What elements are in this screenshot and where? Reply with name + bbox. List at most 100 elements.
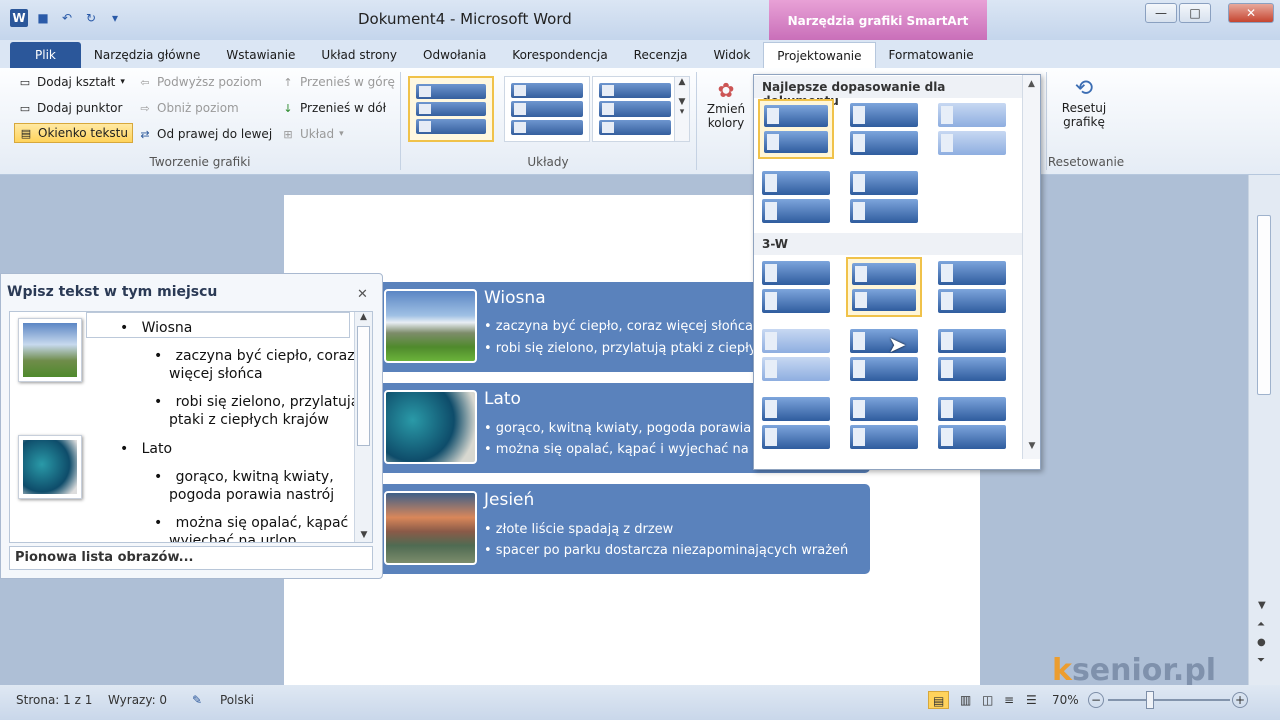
close-button[interactable]: ✕ <box>1228 3 1274 23</box>
customize-icon[interactable]: ▾ <box>106 9 124 27</box>
tab-insert[interactable]: Wstawianie <box>213 42 308 68</box>
style-option[interactable] <box>758 325 834 385</box>
style-option[interactable] <box>934 393 1010 453</box>
style-option[interactable] <box>846 325 922 385</box>
layouts-scroll[interactable]: ▲ ▼ ▾ <box>674 76 690 142</box>
add-bullet-button[interactable]: ▭ Dodaj punktor <box>14 98 133 118</box>
language[interactable]: Polski <box>212 691 262 709</box>
zoom-in-icon[interactable]: + <box>1232 692 1248 708</box>
zoom-slider-thumb[interactable] <box>1146 691 1154 709</box>
demote-button[interactable]: ⇨ Obniż poziom <box>134 98 276 118</box>
style-option[interactable] <box>846 167 922 227</box>
quick-access-toolbar: W ■ ↶ ↻ ▾ <box>10 9 124 27</box>
tab-home[interactable]: Narzędzia główne <box>81 42 214 68</box>
style-option-hovered[interactable] <box>846 257 922 317</box>
bullet-level2[interactable]: • zaczyna być ciepło, coraz <box>154 347 355 365</box>
change-colors-button[interactable]: ✿ Zmień kolory <box>704 78 748 130</box>
scrollbar-thumb[interactable] <box>357 326 370 446</box>
tab-mailings[interactable]: Korespondencja <box>499 42 620 68</box>
layout-description-link[interactable]: Pionowa lista obrazów... <box>9 546 373 570</box>
bullet-level1[interactable]: • Wiosna <box>120 319 192 337</box>
zoom-out-icon[interactable]: − <box>1088 692 1104 708</box>
layout-option-2[interactable] <box>504 76 590 142</box>
text-pane-button[interactable]: ▤ Okienko tekstu <box>14 123 133 143</box>
mouse-cursor-icon: ➤ <box>888 333 907 358</box>
ribbon: ▭ Dodaj kształt ▾ ▭ Dodaj punktor ▤ Okienko … <box>0 68 1280 175</box>
layout-button[interactable]: ⊞ Układ ▾ <box>277 124 399 144</box>
bullet-continuation[interactable]: wyjechać na urlop <box>169 532 296 542</box>
zoom-slider[interactable] <box>1108 699 1230 701</box>
save-icon[interactable]: ■ <box>34 9 52 27</box>
vertical-scrollbar[interactable]: ▼ ⏶ ● ⏷ <box>1248 175 1280 685</box>
ribbon-tabs: Plik Narzędzia główne Wstawianie Układ s… <box>0 40 1280 101</box>
bullet-continuation[interactable]: pogoda porawia nastrój <box>169 486 334 504</box>
style-option[interactable] <box>934 325 1010 385</box>
style-option[interactable] <box>934 257 1010 317</box>
bullet-level1[interactable]: • Lato <box>120 440 172 458</box>
word-icon[interactable]: W <box>10 9 28 27</box>
layout-option-1[interactable] <box>408 76 494 142</box>
smartart-styles-gallery: Najlepsze dopasowanie dla dokumentu 3-W … <box>753 74 1041 470</box>
scroll-down-icon[interactable]: ▼ <box>1258 600 1266 611</box>
gallery-scrollbar[interactable]: ▲ ▼ <box>1022 75 1040 459</box>
proofing-icon[interactable]: ✎ <box>184 691 210 709</box>
ksenior-logo: ksenior.pl <box>1052 653 1217 688</box>
style-option[interactable] <box>758 393 834 453</box>
close-icon[interactable]: ✕ <box>357 287 368 302</box>
right-to-left-button[interactable]: ⇄ Od prawej do lewej <box>134 124 276 144</box>
move-down-icon: ↓ <box>283 101 293 115</box>
style-option[interactable] <box>934 99 1010 159</box>
previous-page-icon[interactable]: ⏶ <box>1257 619 1265 630</box>
bullet-continuation[interactable]: więcej słońca <box>169 365 263 383</box>
tab-view[interactable]: Widok <box>700 42 763 68</box>
style-option[interactable] <box>846 99 922 159</box>
layout-option-3[interactable] <box>592 76 678 142</box>
bullet-level2[interactable]: • robi się zielono, przylatują <box>154 393 359 411</box>
move-up-button[interactable]: ↑ Przenieś w górę <box>277 72 399 92</box>
style-option[interactable] <box>758 167 834 227</box>
scroll-down-icon[interactable]: ▼ <box>1023 441 1041 451</box>
text-pane-scrollbar[interactable]: ▲ ▼ <box>354 312 372 542</box>
scroll-down-icon[interactable]: ▼ <box>355 530 372 540</box>
scrollbar-thumb[interactable] <box>1257 215 1271 395</box>
tab-file[interactable]: Plik <box>10 42 81 68</box>
style-option[interactable] <box>758 257 834 317</box>
print-layout-icon[interactable]: ▤ <box>928 691 950 709</box>
undo-icon[interactable]: ↶ <box>58 9 76 27</box>
reset-graphic-button[interactable]: ⟲ Resetuj grafikę <box>1056 76 1112 129</box>
scroll-up-icon[interactable]: ▲ <box>355 312 372 322</box>
add-shape-button[interactable]: ▭ Dodaj kształt ▾ <box>14 72 133 92</box>
separator <box>696 72 697 170</box>
maximize-button[interactable]: □ <box>1179 3 1211 23</box>
bullet-level2[interactable]: • można się opalać, kąpać i <box>154 514 357 532</box>
tab-references[interactable]: Odwołania <box>410 42 499 68</box>
tab-format[interactable]: Formatowanie <box>876 42 987 68</box>
page-count[interactable]: Strona: 1 z 1 <box>8 691 100 709</box>
promote-button[interactable]: ⇦ Podwyższ poziom <box>134 72 276 92</box>
minimize-button[interactable]: — <box>1145 3 1177 23</box>
draft-view-icon[interactable]: ☰ <box>1018 691 1045 709</box>
bullet-continuation[interactable]: ptaki z ciepłych krajów <box>169 411 329 429</box>
reset-graphic-icon: ⟲ <box>1074 76 1094 101</box>
image-placeholder[interactable] <box>18 435 82 499</box>
style-option[interactable] <box>758 99 834 159</box>
tab-review[interactable]: Recenzja <box>621 42 701 68</box>
status-bar: Strona: 1 z 1 Wyrazy: 0 ✎ Polski ▤ ▥ ◫ ≡… <box>0 685 1280 720</box>
tab-design[interactable]: Projektowanie <box>763 42 876 68</box>
smartart-item[interactable]: Jesień • złote liście spadają z drzew • … <box>378 484 870 574</box>
palette-icon: ✿ <box>717 78 735 102</box>
scroll-up-icon[interactable]: ▲ <box>1023 79 1040 89</box>
image-placeholder[interactable] <box>18 318 82 382</box>
redo-icon[interactable]: ↻ <box>82 9 100 27</box>
add-bullet-icon: ▭ <box>19 101 31 115</box>
zoom-level[interactable]: 70% <box>1044 691 1087 709</box>
item-bullet: • gorąco, kwitną kwiaty, pogoda porawia <box>484 421 752 436</box>
text-pane-editor[interactable]: • Wiosna • zaczyna być ciepło, coraz wię… <box>9 311 373 543</box>
next-page-icon[interactable]: ⏷ <box>1257 655 1265 666</box>
tab-page-layout[interactable]: Układ strony <box>308 42 410 68</box>
word-count[interactable]: Wyrazy: 0 <box>100 691 175 709</box>
move-down-button[interactable]: ↓ Przenieś w dół <box>277 98 399 118</box>
bullet-level2[interactable]: • gorąco, kwitną kwiaty, <box>154 468 334 486</box>
style-option[interactable] <box>846 393 922 453</box>
browse-object-icon[interactable]: ● <box>1257 637 1266 648</box>
